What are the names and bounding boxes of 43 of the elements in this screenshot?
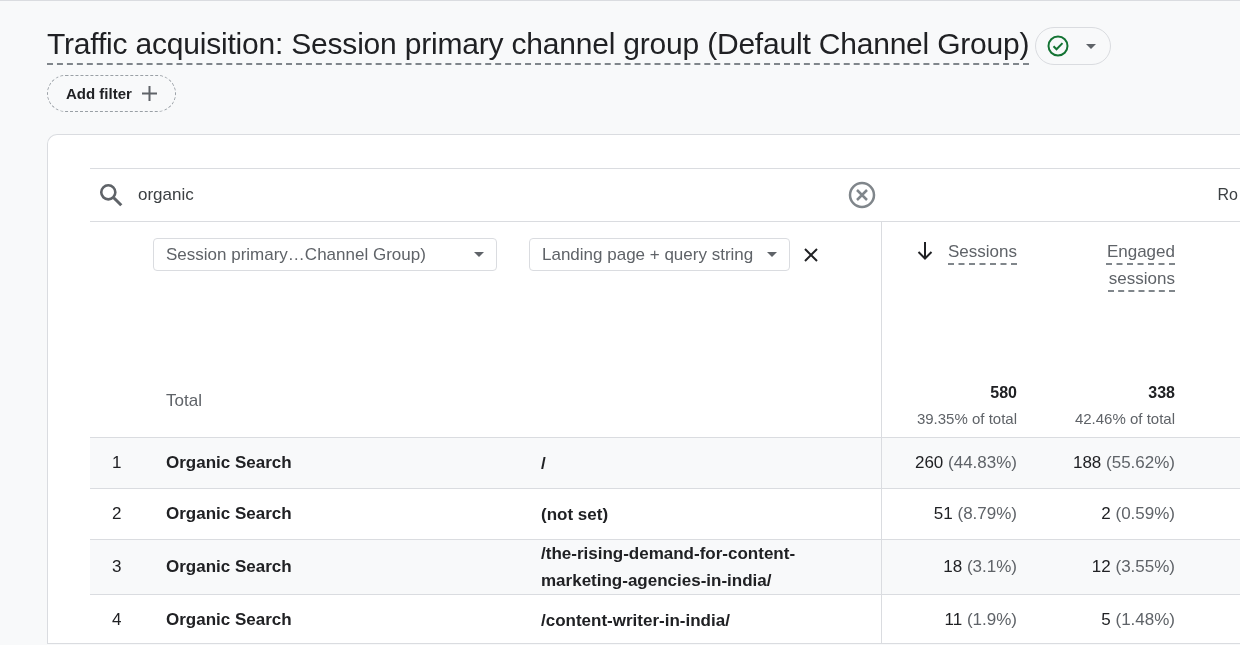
table-cell-text: /content-writer-in-india/ — [541, 609, 730, 632]
metric-value: 51 (8.79%) — [933, 504, 1017, 524]
row-index: 4 — [111, 609, 123, 631]
column-header[interactable]: Sessions — [941, 238, 1017, 265]
clear-icon[interactable] — [848, 181, 876, 209]
table-cell-text: / — [541, 452, 546, 475]
plus-icon — [141, 86, 157, 101]
search-icon — [98, 182, 124, 208]
table-cell-text: Organic Search — [165, 452, 293, 474]
row-index: 1 — [111, 452, 123, 474]
metric-value: 188 (55.62%) — [1072, 453, 1175, 473]
rows-label: Ro — [1217, 186, 1238, 204]
table-cell-text: (not set) — [541, 503, 609, 526]
caret-icon — [474, 252, 484, 257]
report-title[interactable]: Traffic acquisition: Session primary channel group (Default Channel Group) — [47, 27, 1030, 65]
table-row[interactable]: 1 Organic Search / 260 (44.83%) 188 (55.62%) — [90, 438, 1240, 489]
metric-value: 11 (1.9%) — [944, 610, 1017, 630]
table-cell-text: Organic Search — [165, 503, 293, 525]
status-dropdown[interactable] — [1035, 27, 1112, 65]
row-index: 2 — [111, 503, 123, 525]
column-header[interactable]: Engaged sessions — [1099, 238, 1175, 292]
table-cell-text: Organic Search — [165, 609, 293, 631]
metric-value: 260 (44.83%) — [914, 453, 1017, 473]
metric-value: 5 (1.48%) — [1101, 610, 1175, 630]
total-value: 338 — [1148, 384, 1175, 402]
metric-value: 2 (0.59%) — [1101, 504, 1175, 524]
dimension-dropdown[interactable]: Landing page + query string — [529, 238, 791, 271]
table-cell-text: /the-rising-demand-for-content-marketing-agencies-in-india/ — [541, 543, 797, 592]
close-icon[interactable] — [804, 247, 819, 262]
table-cell-text: Organic Search — [165, 556, 293, 578]
search-field[interactable]: organic — [136, 184, 848, 206]
row-index: 3 — [111, 556, 123, 578]
total-label: Total — [165, 391, 203, 411]
total-share: 39.35% of total — [916, 410, 1017, 427]
caret-icon — [767, 252, 778, 257]
dimension-dropdown[interactable]: Session primary…Channel Group) — [153, 238, 497, 271]
total-share: 42.46% of total — [1074, 410, 1175, 427]
check-icon — [1046, 34, 1071, 58]
metric-value: 18 (3.1%) — [943, 557, 1017, 577]
metric-value: 12 (3.55%) — [1091, 557, 1175, 577]
table-row[interactable]: 3 Organic Search /the-rising-demand-for-content-marketing-agencies-in-india/ 18 (3.1%) 12 (3.55%) — [90, 540, 1240, 595]
total-value: 580 — [990, 384, 1017, 402]
caret-icon — [1086, 43, 1097, 49]
